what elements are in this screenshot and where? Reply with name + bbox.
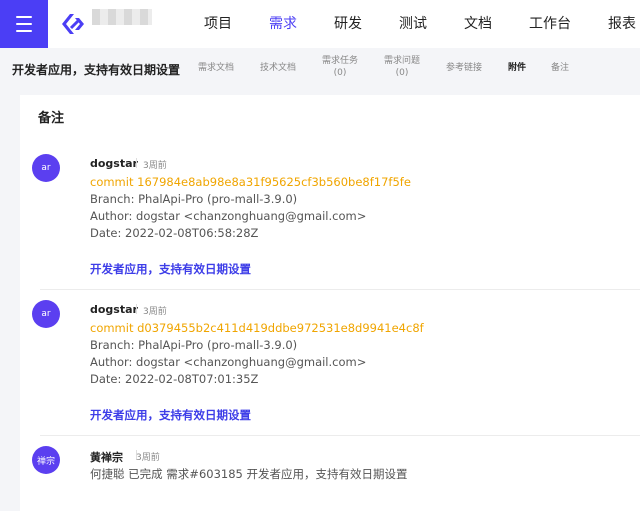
tab-count: (0) <box>333 68 347 78</box>
tab-label: 需求问题 <box>384 56 421 66</box>
notes-title: 备注 <box>38 111 65 126</box>
nav-item-reports[interactable]: 报表 <box>608 0 636 48</box>
tab-label: 技术文档 <box>260 63 297 73</box>
tab-label: 需求文档 <box>198 63 235 73</box>
note-divider <box>40 289 640 290</box>
main-nav: 项目 需求 研发 测试 文档 工作台 报表 <box>204 0 640 48</box>
requirement-title: 开发者应用，支持有效日期设置 <box>12 63 181 77</box>
top-navigation-bar: 项目 需求 研发 测试 文档 工作台 报表 <box>0 0 640 48</box>
divider <box>136 158 137 168</box>
avatar: ar <box>32 154 60 182</box>
tab-notes[interactable]: 备注 <box>551 62 569 74</box>
note-divider <box>40 435 640 436</box>
author-text: Author: dogstar <chanzonghuang@gmail.com… <box>90 209 367 223</box>
tab-attachments[interactable]: 附件 <box>508 62 526 74</box>
divider <box>136 304 137 314</box>
date-text: Date: 2022-02-08T06:58:28Z <box>90 226 259 240</box>
tab-tech-doc[interactable]: 技术文档 <box>260 62 296 74</box>
tab-count: (0) <box>395 68 409 78</box>
commit-link[interactable]: commit 167984e8ab98e8a31f95625cf3b560be8… <box>90 175 411 189</box>
logo-icon <box>62 14 84 34</box>
tab-reference-links[interactable]: 参考链接 <box>446 62 482 74</box>
requirement-link[interactable]: 开发者应用，支持有效日期设置 <box>90 261 251 277</box>
tab-requirement-issues[interactable]: 需求问题 (0) <box>384 55 420 79</box>
author-text: Author: dogstar <chanzonghuang@gmail.com… <box>90 355 367 369</box>
avatar: 禅宗 <box>32 446 60 474</box>
nav-item-projects[interactable]: 项目 <box>204 0 232 48</box>
nav-item-testing[interactable]: 测试 <box>399 0 427 48</box>
note-time: 3周前 <box>143 161 167 171</box>
nav-item-requirements[interactable]: 需求 <box>269 0 297 48</box>
requirement-subheader: 开发者应用，支持有效日期设置 需求文档 技术文档 需求任务 (0) 需求问题 (0)… <box>0 48 640 88</box>
avatar: ar <box>32 300 60 328</box>
tab-requirement-doc[interactable]: 需求文档 <box>198 62 234 74</box>
note-time: 3周前 <box>143 307 167 317</box>
blurred-logo-text <box>92 9 152 25</box>
tab-label: 备注 <box>551 63 570 73</box>
nav-item-development[interactable]: 研发 <box>334 0 362 48</box>
status-text: 何捷聪 已完成 需求#603185 开发者应用，支持有效日期设置 <box>90 467 408 481</box>
note-author: dogstar <box>90 157 138 170</box>
branch-text: Branch: PhalApi-Pro (pro-mall-3.9.0) <box>90 338 298 352</box>
tab-requirement-tasks[interactable]: 需求任务 (0) <box>322 55 358 79</box>
commit-link[interactable]: commit d0379455b2c411d419ddbe972531e8d99… <box>90 321 424 335</box>
tab-label: 需求任务 <box>322 56 359 66</box>
tab-label: 参考链接 <box>446 63 483 73</box>
tab-label: 附件 <box>508 63 527 73</box>
nav-item-docs[interactable]: 文档 <box>464 0 492 48</box>
note-author: dogstar <box>90 303 138 316</box>
requirement-link[interactable]: 开发者应用，支持有效日期设置 <box>90 407 251 423</box>
note-time: 3周前 <box>136 453 160 463</box>
hamburger-menu-icon[interactable] <box>0 0 48 48</box>
date-text: Date: 2022-02-08T07:01:35Z <box>90 372 259 386</box>
nav-item-workbench[interactable]: 工作台 <box>529 0 571 48</box>
note-author: 黄禅宗 <box>90 451 123 464</box>
branch-text: Branch: PhalApi-Pro (pro-mall-3.9.0) <box>90 192 298 206</box>
